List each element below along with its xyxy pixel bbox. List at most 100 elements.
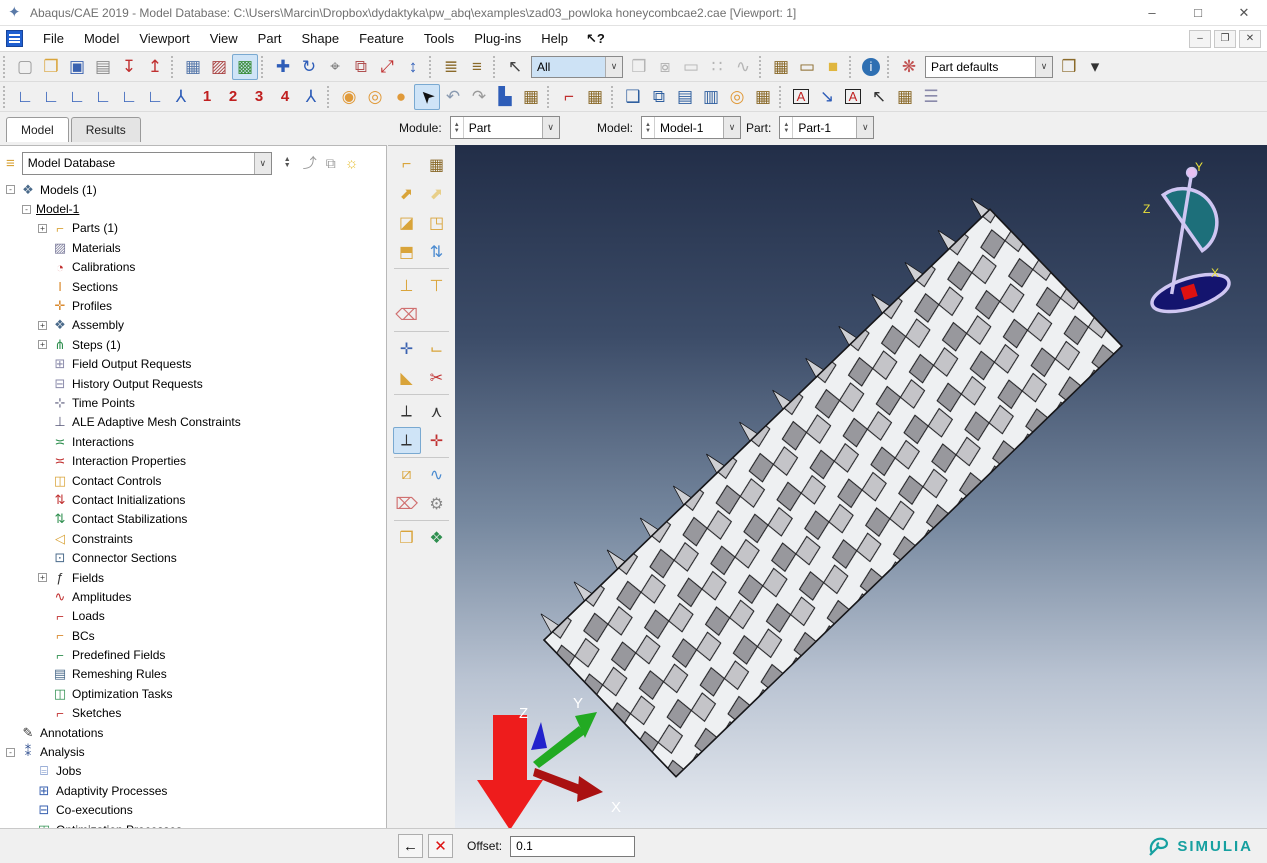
view-1-button[interactable]: 1 [194, 84, 220, 110]
box-zoom-icon[interactable]: ⧉ [348, 54, 374, 80]
annotation-arrow-icon[interactable]: ↘ [814, 84, 840, 110]
annotation-manager-icon[interactable]: ▦ [892, 84, 918, 110]
lightbulb-icon[interactable]: ☼ [345, 155, 359, 172]
solid-extrude-tool[interactable]: ⬈ [393, 180, 421, 207]
partition-edge-tool[interactable]: ⊥ [393, 272, 421, 299]
chamfer-tool[interactable]: ◣ [393, 364, 421, 391]
part-geometry[interactable] [529, 194, 1124, 778]
shell-extrude-tool[interactable]: ⬈ [423, 180, 451, 207]
selection-filter-combo[interactable]: All ∨ [531, 55, 623, 78]
tree-item-assembly[interactable]: + ❖ Assembly [2, 316, 384, 335]
menu-item-viewport[interactable]: Viewport [129, 27, 199, 50]
expand-icon[interactable]: + [38, 320, 47, 330]
tree-item-fields[interactable]: + ƒ Fields [2, 568, 384, 587]
rotate-view-icon[interactable]: ↻ [296, 54, 322, 80]
remove-selected-icon[interactable]: ∷ [704, 54, 730, 80]
part-spinner[interactable]: ▲ ▼ [780, 117, 794, 138]
tree-item-sketches[interactable]: ⌐ Sketches [2, 704, 384, 723]
render-beam-profiles-icon[interactable]: ≣ [438, 54, 464, 80]
collapse-folder-icon[interactable]: ⤴ [303, 153, 317, 173]
tree-item-adaptivity-processes[interactable]: ⊞ Adaptivity Processes [2, 781, 384, 800]
boolean-intersect-icon[interactable]: ◎ [362, 84, 388, 110]
tree-item-models[interactable]: - ❖ Models (1) [2, 180, 384, 199]
viewport-tile-horizontal-icon[interactable]: ▤ [672, 84, 698, 110]
partition-sketch-tool[interactable]: ⧄ [393, 461, 421, 488]
viewport-tile-vertical-icon[interactable]: ▥ [698, 84, 724, 110]
tree-item-co-executions[interactable]: ⊟ Co-executions [2, 801, 384, 820]
view-front-icon[interactable]: ∟ [12, 84, 38, 110]
tab-model[interactable]: Model [6, 117, 69, 142]
view-4-button[interactable]: 4 [272, 84, 298, 110]
mdi-close-button[interactable]: ✕ [1239, 29, 1261, 48]
custom-views-icon[interactable]: ⅄ [298, 84, 324, 110]
tree-item-annotations[interactable]: ✎ Annotations [2, 723, 384, 742]
select-pointer-icon[interactable]: ↖ [502, 54, 528, 80]
maximize-window-button[interactable]: □ [1175, 0, 1221, 26]
tree-spinner[interactable]: ▲ ▼ [281, 153, 294, 173]
view-2-button[interactable]: 2 [220, 84, 246, 110]
boolean-union-icon[interactable]: ◉ [336, 84, 362, 110]
reference-point-tool[interactable]: ✛ [393, 335, 421, 362]
viewport-cascade-icon[interactable]: ⧉ [646, 84, 672, 110]
render-beam-profiles-alt-icon[interactable]: ≡ [464, 54, 490, 80]
create-part-tool[interactable]: ⌐ [393, 151, 421, 178]
create-display-group-icon[interactable]: ⧇ [652, 54, 678, 80]
menu-item-part[interactable]: Part [248, 27, 292, 50]
new-file-icon[interactable]: ▢ [12, 54, 38, 80]
export-model-icon[interactable]: ↥ [142, 54, 168, 80]
expand-icon[interactable]: + [38, 340, 47, 350]
solid-round-tool[interactable]: ⬒ [393, 238, 421, 265]
mirror-part-tool[interactable]: ⇅ [423, 238, 451, 265]
annotation-pointer-icon[interactable]: ↖ [866, 84, 892, 110]
query-info-icon[interactable]: i [858, 54, 884, 80]
replace-all-cube-icon[interactable]: ▦ [768, 54, 794, 80]
tree-item-predefined-fields[interactable]: ⌐ Predefined Fields [2, 645, 384, 664]
view-left-icon[interactable]: ∟ [116, 84, 142, 110]
menu-item-plug-ins[interactable]: Plug-ins [464, 27, 531, 50]
view-bottom-icon[interactable]: ∟ [90, 84, 116, 110]
tree-item-contact-initializations[interactable]: ⇅ Contact Initializations [2, 490, 384, 509]
color-palette-icon[interactable]: ❋ [896, 54, 922, 80]
tree-item-bcs[interactable]: ⌐ BCs [2, 626, 384, 645]
model-combo[interactable]: ▲ ▼ Model-1 ∨ [641, 116, 742, 139]
edit-sketch-tool[interactable]: ∿ [423, 461, 451, 488]
tree-item-interactions[interactable]: ≍ Interactions [2, 432, 384, 451]
chevron-down-icon[interactable]: ∨ [253, 152, 271, 174]
menu-item-model[interactable]: Model [74, 27, 129, 50]
tree-item-steps[interactable]: + ⋔ Steps (1) [2, 335, 384, 354]
expand-icon[interactable]: + [38, 573, 47, 582]
collapse-icon[interactable]: - [22, 204, 31, 214]
pan-view-icon[interactable]: ✚ [270, 54, 296, 80]
tree-item-interaction-properties[interactable]: ≍ Interaction Properties [2, 451, 384, 470]
annotation-text-icon[interactable]: A [840, 84, 866, 110]
tree-item-time-points[interactable]: ⊹ Time Points [2, 393, 384, 412]
tree-item-connector-sections[interactable]: ⊡ Connector Sections [2, 548, 384, 567]
color-mappings-combo[interactable]: Part defaults ∨ [925, 55, 1053, 78]
partition-face-tool[interactable]: ⊤ [423, 272, 451, 299]
chevron-down-icon[interactable]: ∨ [856, 117, 874, 138]
replace-selected-icon[interactable]: ▭ [678, 54, 704, 80]
either-selected-icon[interactable]: ∿ [730, 54, 756, 80]
view-top-icon[interactable]: ∟ [64, 84, 90, 110]
tree-item-materials[interactable]: ▨ Materials [2, 238, 384, 257]
assign-mesh-tool[interactable]: ❖ [423, 524, 451, 551]
prompt-cancel-button[interactable]: ✕ [428, 834, 453, 858]
module-combo[interactable]: ▲ ▼ Part ∨ [449, 116, 560, 139]
probe-arrow-icon[interactable]: ➤ [414, 83, 440, 110]
link-flow-icon[interactable]: ⧉ [326, 155, 336, 172]
tree-item-jobs[interactable]: ⌸ Jobs [2, 762, 384, 781]
tab-results[interactable]: Results [70, 117, 141, 142]
fit-view-icon[interactable]: ⤢ [374, 54, 400, 80]
copy-display-group-icon[interactable]: ❒ [626, 54, 652, 80]
feature-tools-tool[interactable]: ⚙ [423, 490, 451, 517]
chevron-down-icon[interactable]: ∨ [541, 117, 559, 138]
mdi-restore-button[interactable]: ❐ [1214, 29, 1236, 48]
datum-axis-tool[interactable]: ⋏ [423, 398, 451, 425]
menu-item-shape[interactable]: Shape [292, 27, 350, 50]
tree-item-sections[interactable]: I Sections [2, 277, 384, 296]
menu-item-view[interactable]: View [200, 27, 248, 50]
print-icon[interactable]: ▤ [90, 54, 116, 80]
view-compass[interactable]: Z Y X [1096, 160, 1267, 339]
chevron-down-icon[interactable]: ∨ [1035, 56, 1052, 77]
close-window-button[interactable]: ✕ [1221, 0, 1267, 26]
